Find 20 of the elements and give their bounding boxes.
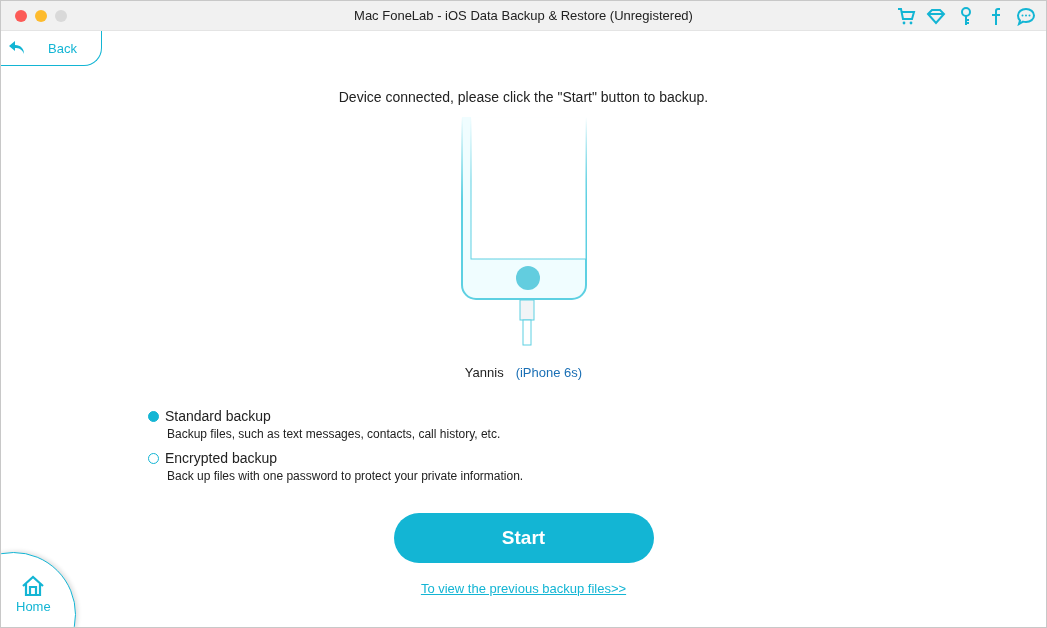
minimize-button[interactable] (35, 9, 47, 22)
previous-backups-link[interactable]: To view the previous backup files>> (420, 581, 627, 596)
option-description: Back up files with one password to protect your private information. (167, 469, 524, 483)
status-message: Device connected, please click the "Start" button to backup. (338, 89, 709, 105)
home-icon (21, 575, 46, 597)
option-label[interactable]: Encrypted backup (165, 450, 278, 466)
device-name: Yannis (464, 365, 504, 380)
radio-button[interactable] (148, 410, 159, 422)
option-label[interactable]: Standard backup (165, 408, 271, 424)
option-description: Backup files, such as text messages, contacts, call history, etc. (167, 427, 502, 441)
back-arrow-icon (8, 40, 26, 56)
device-model: (iPhone 6s) (515, 365, 583, 380)
zoom-button[interactable] (55, 9, 67, 22)
window-title: Mac FoneLab - iOS Data Backup & Restore (Unregistered) (354, 8, 693, 23)
close-button[interactable] (15, 9, 27, 22)
chat-icon[interactable] (1016, 5, 1036, 26)
start-button[interactable]: Start (393, 513, 654, 563)
cart-icon[interactable] (896, 5, 916, 26)
home-button[interactable]: Home (1, 552, 76, 627)
back-button[interactable]: Back (1, 31, 102, 66)
